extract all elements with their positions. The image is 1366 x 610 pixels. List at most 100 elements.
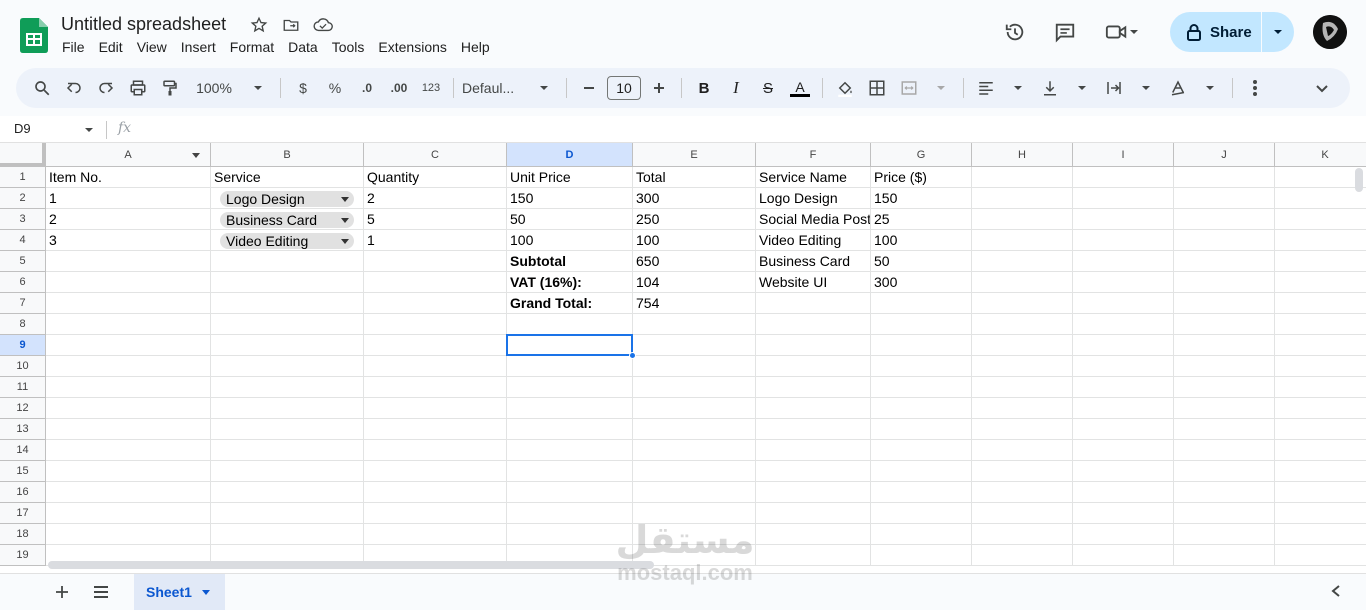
cell-h15[interactable] — [972, 461, 1073, 482]
cell-e14[interactable] — [633, 440, 756, 461]
dropdown-caret-icon[interactable] — [341, 239, 349, 244]
cell-b9[interactable] — [211, 335, 364, 356]
cell-a11[interactable] — [46, 377, 211, 398]
cell-g19[interactable] — [871, 545, 972, 566]
cell-h10[interactable] — [972, 356, 1073, 377]
name-box[interactable]: D9 — [14, 121, 31, 136]
cell-a10[interactable] — [46, 356, 211, 377]
row-header-15[interactable]: 15 — [0, 461, 46, 482]
decrease-font-size-icon[interactable] — [575, 74, 603, 102]
cell-d5[interactable]: Subtotal — [507, 251, 633, 272]
cell-f4[interactable]: Video Editing — [756, 230, 871, 251]
sheet-tab-dropdown-icon[interactable] — [201, 589, 210, 595]
cell-k15[interactable] — [1275, 461, 1366, 482]
cell-a2[interactable]: 1 — [46, 188, 211, 209]
cell-e13[interactable] — [633, 419, 756, 440]
undo-icon[interactable] — [60, 74, 88, 102]
cell-g7[interactable] — [871, 293, 972, 314]
cell-d7[interactable]: Grand Total: — [507, 293, 633, 314]
cell-e17[interactable] — [633, 503, 756, 524]
menu-insert[interactable]: Insert — [181, 39, 216, 55]
font-select[interactable]: Defaul... — [462, 74, 526, 102]
cell-d2[interactable]: 150 — [507, 188, 633, 209]
cell-c1[interactable]: Quantity — [364, 167, 507, 188]
cell-f16[interactable] — [756, 482, 871, 503]
align-dropdown-icon[interactable] — [1004, 74, 1032, 102]
cell-g11[interactable] — [871, 377, 972, 398]
cell-c15[interactable] — [364, 461, 507, 482]
cell-g18[interactable] — [871, 524, 972, 545]
cell-i9[interactable] — [1073, 335, 1174, 356]
cell-h2[interactable] — [972, 188, 1073, 209]
row-header-10[interactable]: 10 — [0, 356, 46, 377]
cell-h1[interactable] — [972, 167, 1073, 188]
cell-e4[interactable]: 100 — [633, 230, 756, 251]
cell-a1[interactable]: Item No. — [46, 167, 211, 188]
horizontal-align-icon[interactable] — [972, 74, 1000, 102]
dropdown-caret-icon[interactable] — [341, 218, 349, 223]
cell-d15[interactable] — [507, 461, 633, 482]
cell-f15[interactable] — [756, 461, 871, 482]
cell-a16[interactable] — [46, 482, 211, 503]
cell-g5[interactable]: 50 — [871, 251, 972, 272]
comments-icon[interactable] — [1050, 18, 1080, 46]
cell-a13[interactable] — [46, 419, 211, 440]
cell-i4[interactable] — [1073, 230, 1174, 251]
paint-format-icon[interactable] — [156, 74, 184, 102]
cell-d11[interactable] — [507, 377, 633, 398]
cell-k4[interactable] — [1275, 230, 1366, 251]
valign-dropdown-icon[interactable] — [1068, 74, 1096, 102]
menu-format[interactable]: Format — [230, 39, 274, 55]
cell-b13[interactable] — [211, 419, 364, 440]
row-header-18[interactable]: 18 — [0, 524, 46, 545]
column-a-dropdown-icon[interactable] — [192, 153, 200, 158]
borders-icon[interactable] — [863, 74, 891, 102]
cell-h8[interactable] — [972, 314, 1073, 335]
cell-e15[interactable] — [633, 461, 756, 482]
cell-g13[interactable] — [871, 419, 972, 440]
cell-e3[interactable]: 250 — [633, 209, 756, 230]
cell-f19[interactable] — [756, 545, 871, 566]
cell-j19[interactable] — [1174, 545, 1275, 566]
sheets-logo-icon[interactable] — [20, 18, 48, 53]
cell-d6[interactable]: VAT (16%): — [507, 272, 633, 293]
cell-k19[interactable] — [1275, 545, 1366, 566]
menu-tools[interactable]: Tools — [332, 39, 365, 55]
cell-e11[interactable] — [633, 377, 756, 398]
cell-c3[interactable]: 5 — [364, 209, 507, 230]
cell-h4[interactable] — [972, 230, 1073, 251]
row-header-11[interactable]: 11 — [0, 377, 46, 398]
cell-a6[interactable] — [46, 272, 211, 293]
row-header-4[interactable]: 4 — [0, 230, 46, 251]
row-header-16[interactable]: 16 — [0, 482, 46, 503]
cell-b8[interactable] — [211, 314, 364, 335]
cell-a14[interactable] — [46, 440, 211, 461]
cell-k7[interactable] — [1275, 293, 1366, 314]
cell-j17[interactable] — [1174, 503, 1275, 524]
cell-a9[interactable] — [46, 335, 211, 356]
cell-j7[interactable] — [1174, 293, 1275, 314]
font-size-input[interactable]: 10 — [607, 76, 641, 100]
cell-k3[interactable] — [1275, 209, 1366, 230]
cell-g10[interactable] — [871, 356, 972, 377]
cell-h17[interactable] — [972, 503, 1073, 524]
cell-j16[interactable] — [1174, 482, 1275, 503]
cell-i19[interactable] — [1073, 545, 1174, 566]
cell-i2[interactable] — [1073, 188, 1174, 209]
cell-j11[interactable] — [1174, 377, 1275, 398]
menu-extensions[interactable]: Extensions — [378, 39, 446, 55]
cell-k12[interactable] — [1275, 398, 1366, 419]
cell-b12[interactable] — [211, 398, 364, 419]
cell-e12[interactable] — [633, 398, 756, 419]
cell-k17[interactable] — [1275, 503, 1366, 524]
cell-h18[interactable] — [972, 524, 1073, 545]
cell-a15[interactable] — [46, 461, 211, 482]
decrease-decimal-button[interactable]: .0 — [353, 74, 381, 102]
cell-b16[interactable] — [211, 482, 364, 503]
row-header-3[interactable]: 3 — [0, 209, 46, 230]
cell-e1[interactable]: Total — [633, 167, 756, 188]
cell-k6[interactable] — [1275, 272, 1366, 293]
currency-format-button[interactable]: $ — [289, 74, 317, 102]
vertical-align-icon[interactable] — [1036, 74, 1064, 102]
cell-f8[interactable] — [756, 314, 871, 335]
